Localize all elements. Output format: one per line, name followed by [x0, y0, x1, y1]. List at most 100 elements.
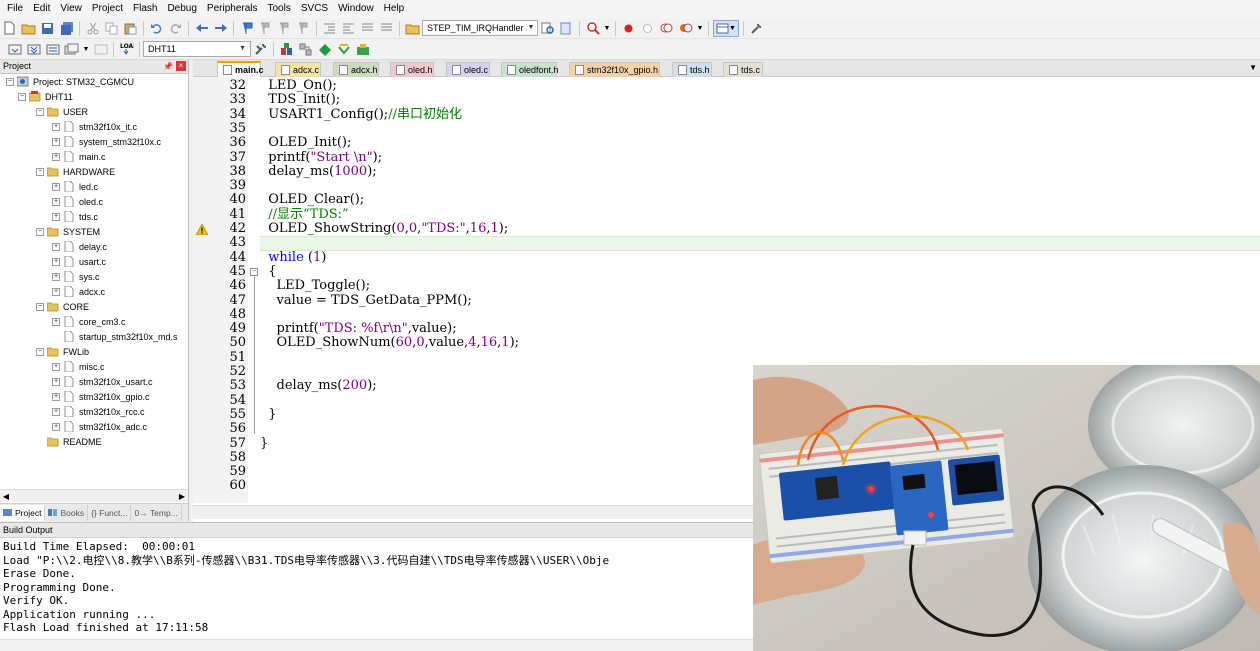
code-line[interactable]: [260, 351, 1260, 365]
new-file-icon[interactable]: [1, 20, 18, 37]
tree-item-file[interactable]: + delay.c: [52, 239, 107, 254]
navigate-back-icon[interactable]: [193, 20, 210, 37]
code-line[interactable]: [260, 308, 1260, 322]
tree-item-file[interactable]: + sys.c: [52, 269, 100, 284]
menu-svcs[interactable]: SVCS: [296, 0, 333, 18]
tab-stm32f10x-gpio-h[interactable]: stm32f10x_gpio.h: [569, 62, 660, 77]
function-combo[interactable]: STEP_TIM_IRQHandler ▼: [422, 20, 538, 36]
tree-item-folder[interactable]: − USER: [36, 104, 88, 119]
select-software-packs-icon[interactable]: [335, 41, 352, 58]
stop-build-icon[interactable]: [92, 41, 109, 58]
code-line[interactable]: value = TDS_GetData_PPM();: [260, 293, 1260, 308]
navigate-forward-icon[interactable]: [212, 20, 229, 37]
tree-item-file[interactable]: + oled.c: [52, 194, 103, 209]
next-bookmark-icon[interactable]: [276, 20, 293, 37]
code-line[interactable]: //显示“TDS:”: [260, 207, 1260, 222]
uncomment-icon[interactable]: [378, 20, 395, 37]
rebuild-icon[interactable]: [44, 41, 61, 58]
menu-peripherals[interactable]: Peripherals: [202, 0, 263, 18]
expand-icon[interactable]: +: [52, 182, 60, 191]
pack-manager-icon[interactable]: [354, 41, 371, 58]
batch-build-icon[interactable]: [63, 41, 80, 58]
code-line[interactable]: LED_Toggle();: [260, 279, 1260, 293]
prev-bookmark-icon[interactable]: [257, 20, 274, 37]
find-icon[interactable]: [539, 20, 556, 37]
expand-icon[interactable]: +: [52, 392, 60, 401]
tab-tds-c[interactable]: tds.c: [723, 62, 763, 77]
tree-item-file[interactable]: + stm32f10x_it.c: [52, 119, 137, 134]
expand-icon[interactable]: +: [52, 362, 60, 371]
code-line[interactable]: {: [260, 264, 1260, 279]
unindent-icon[interactable]: [340, 20, 357, 37]
close-icon[interactable]: ×: [176, 61, 186, 71]
download-load-icon[interactable]: LOAD: [118, 41, 135, 58]
menu-project[interactable]: Project: [87, 0, 128, 18]
copy-icon[interactable]: [103, 20, 120, 37]
tree-item-file[interactable]: + core_cm3.c: [52, 314, 126, 329]
manage-components-icon[interactable]: [278, 41, 295, 58]
menu-tools[interactable]: Tools: [263, 0, 296, 18]
indent-icon[interactable]: [321, 20, 338, 37]
window-layout-icon[interactable]: ▼: [713, 19, 739, 37]
tab-books[interactable]: Books: [45, 504, 89, 521]
tab-project[interactable]: Project: [0, 504, 46, 521]
scroll-left-icon[interactable]: ◀: [0, 490, 12, 503]
pack-installer-icon[interactable]: [316, 41, 333, 58]
file-extensions-icon[interactable]: [297, 41, 314, 58]
cut-icon[interactable]: [84, 20, 101, 37]
find-in-files-icon[interactable]: [404, 20, 421, 37]
menu-debug[interactable]: Debug: [162, 0, 201, 18]
code-line[interactable]: OLED_ShowString(0,0,"TDS:",16,1);: [260, 221, 1260, 236]
expand-icon[interactable]: +: [52, 242, 60, 251]
scroll-right-icon[interactable]: ▶: [176, 490, 188, 503]
menu-flash[interactable]: Flash: [128, 0, 162, 18]
expand-icon[interactable]: +: [52, 197, 60, 206]
menu-edit[interactable]: Edit: [28, 0, 55, 18]
tree-item-project[interactable]: − Project: STM32_CGMCU: [6, 74, 134, 89]
tree-item-file[interactable]: + stm32f10x_gpio.c: [52, 389, 150, 404]
horizontal-scrollbar[interactable]: ◀ ▶: [0, 489, 188, 502]
tree-item-folder[interactable]: − HARDWARE: [36, 164, 115, 179]
menu-help[interactable]: Help: [379, 0, 410, 18]
tree-item-file[interactable]: + tds.c: [52, 209, 98, 224]
tree-item-file[interactable]: + system_stm32f10x.c: [52, 134, 161, 149]
tab-list-arrow-icon[interactable]: ▼: [1249, 63, 1257, 72]
tab-oledfont-h[interactable]: oledfont.h: [501, 62, 559, 77]
kill-breakpoints-icon[interactable]: [677, 20, 694, 37]
tab-functions[interactable]: {} Funct...: [88, 504, 132, 521]
code-line[interactable]: TDS_Init();: [260, 93, 1260, 107]
expand-icon[interactable]: +: [52, 422, 60, 431]
tree-item-file[interactable]: + led.c: [52, 179, 98, 194]
collapse-icon[interactable]: −: [36, 302, 44, 311]
configure-icon[interactable]: [748, 20, 765, 37]
code-line[interactable]: [260, 236, 1260, 251]
code-line[interactable]: USART1_Config();//串口初始化: [260, 107, 1260, 122]
code-line[interactable]: OLED_ShowNum(60,0,value,4,16,1);: [260, 336, 1260, 350]
bookmark-icon[interactable]: [238, 20, 255, 37]
expand-icon[interactable]: +: [52, 272, 60, 281]
expand-icon[interactable]: +: [52, 137, 60, 146]
collapse-icon[interactable]: −: [36, 167, 44, 176]
expand-icon[interactable]: +: [52, 122, 60, 131]
code-line[interactable]: printf("TDS: %f\r\n",value);: [260, 321, 1260, 336]
comment-icon[interactable]: [359, 20, 376, 37]
code-line[interactable]: [260, 122, 1260, 136]
translate-icon[interactable]: [6, 41, 23, 58]
clear-bookmarks-icon[interactable]: [295, 20, 312, 37]
tree-item-file[interactable]: startup_stm32f10x_md.s: [52, 329, 178, 344]
menu-view[interactable]: View: [55, 0, 87, 18]
target-options-icon[interactable]: [252, 41, 269, 58]
chevron-down-icon[interactable]: ▼: [603, 20, 611, 37]
tree-item-target[interactable]: − DHT11: [18, 89, 73, 104]
redo-icon[interactable]: [167, 20, 184, 37]
clear-breakpoints-icon[interactable]: [658, 20, 675, 37]
collapse-icon[interactable]: −: [36, 227, 44, 236]
expand-icon[interactable]: +: [52, 152, 60, 161]
expand-icon[interactable]: +: [52, 317, 60, 326]
fold-collapse-icon[interactable]: −: [250, 267, 258, 276]
disable-breakpoint-icon[interactable]: [639, 20, 656, 37]
target-combo[interactable]: DHT11 ▼: [143, 41, 251, 57]
tab-oled-h[interactable]: oled.h: [390, 62, 434, 77]
tab-templates[interactable]: 0→ Temp...: [131, 504, 182, 521]
menu-file[interactable]: File: [2, 0, 28, 18]
